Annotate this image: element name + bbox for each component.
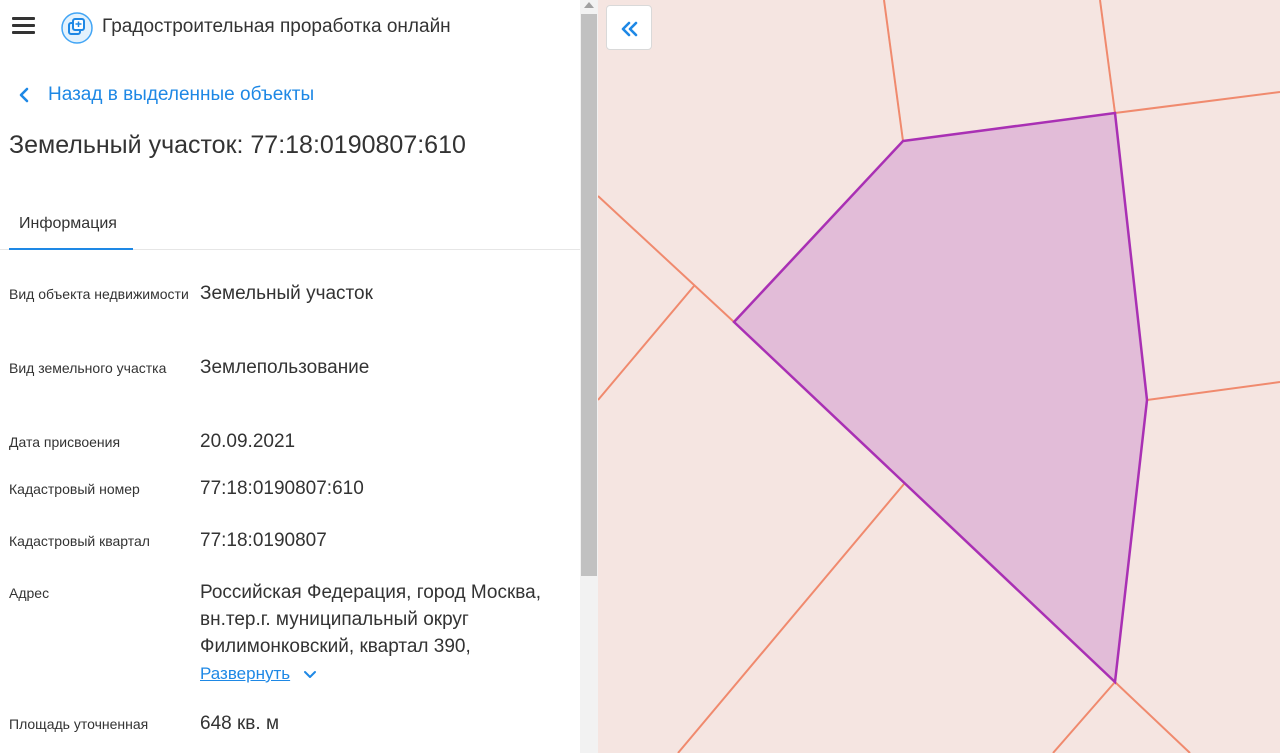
parcel-boundary [598, 285, 695, 401]
info-label: Площадь уточненная [9, 716, 149, 732]
info-label: Вид объекта недвижимости [9, 286, 189, 302]
chevron-left-icon [19, 87, 29, 103]
hamburger-menu-icon[interactable] [12, 17, 35, 37]
info-value: 648 кв. м [200, 713, 280, 734]
parcel-boundary [1114, 91, 1280, 114]
page-title: Земельный участок: 77:18:0190807:610 [9, 131, 466, 159]
info-label: Дата присвоения [9, 434, 121, 450]
parcel-boundary [1146, 381, 1280, 401]
tab-information[interactable]: Информация [9, 200, 133, 250]
info-row-cadastral-quarter: Кадастровый квартал 77:18:0190807 [9, 527, 569, 557]
tab-label: Информация [19, 215, 117, 232]
info-label: Адрес [9, 585, 50, 601]
tab-bar: Информация [0, 200, 580, 250]
info-row-address: Адрес Российская Федерация, город Москва… [9, 579, 569, 694]
panel-scrollbar[interactable] [580, 0, 598, 753]
double-chevron-left-icon [621, 21, 638, 37]
back-link-label: Назад в выделенные объекты [48, 84, 315, 105]
chevron-down-icon [304, 671, 317, 678]
selected-land-parcel [732, 111, 1149, 685]
parcel-boundary [677, 483, 905, 753]
info-row-assignment-date: Дата присвоения 20.09.2021 [9, 428, 569, 458]
expand-address-link[interactable]: Развернуть [200, 664, 318, 684]
info-label: Кадастровый номер [9, 481, 140, 497]
map-view[interactable] [598, 0, 1280, 753]
info-label: Вид земельного участка [9, 360, 167, 376]
info-value: Земельный участок [200, 283, 373, 304]
app-title: Градостроительная проработка онлайн [102, 16, 451, 37]
collapse-panel-button[interactable] [606, 5, 652, 50]
back-to-selected-link[interactable]: Назад в выделенные объекты [14, 84, 314, 106]
info-panel: Градостроительная проработка онлайн Наза… [0, 0, 580, 753]
info-value: 77:18:0190807:610 [200, 478, 364, 499]
expand-label: Развернуть [200, 664, 291, 683]
info-value: Землепользование [200, 357, 370, 378]
parcel-boundary [1114, 681, 1191, 753]
info-row-cadastral-number: Кадастровый номер 77:18:0190807:610 [9, 475, 569, 505]
scroll-up-arrow-icon[interactable] [584, 2, 594, 8]
parcel-boundary [598, 195, 735, 323]
app-header: Градостроительная проработка онлайн [0, 0, 580, 56]
info-row-land-type: Вид земельного участка Землепользование [9, 354, 569, 414]
address-value: Российская Федерация, город Москва, вн.т… [200, 582, 542, 657]
info-row-area: Площадь уточненная 648 кв. м [9, 710, 569, 740]
info-row-object-type: Вид объекта недвижимости Земельный участ… [9, 280, 569, 340]
parcel-boundary [883, 0, 904, 142]
cadastral-map[interactable] [598, 0, 1280, 753]
scroll-thumb[interactable] [581, 14, 597, 576]
layers-logo-icon [61, 12, 93, 44]
info-value: 20.09.2021 [200, 431, 296, 452]
parcel-boundary [1052, 681, 1116, 753]
active-tab-indicator [9, 248, 133, 250]
info-value: 77:18:0190807 [200, 530, 327, 551]
info-label: Кадастровый квартал [9, 533, 150, 549]
parcel-boundary [1099, 0, 1116, 114]
